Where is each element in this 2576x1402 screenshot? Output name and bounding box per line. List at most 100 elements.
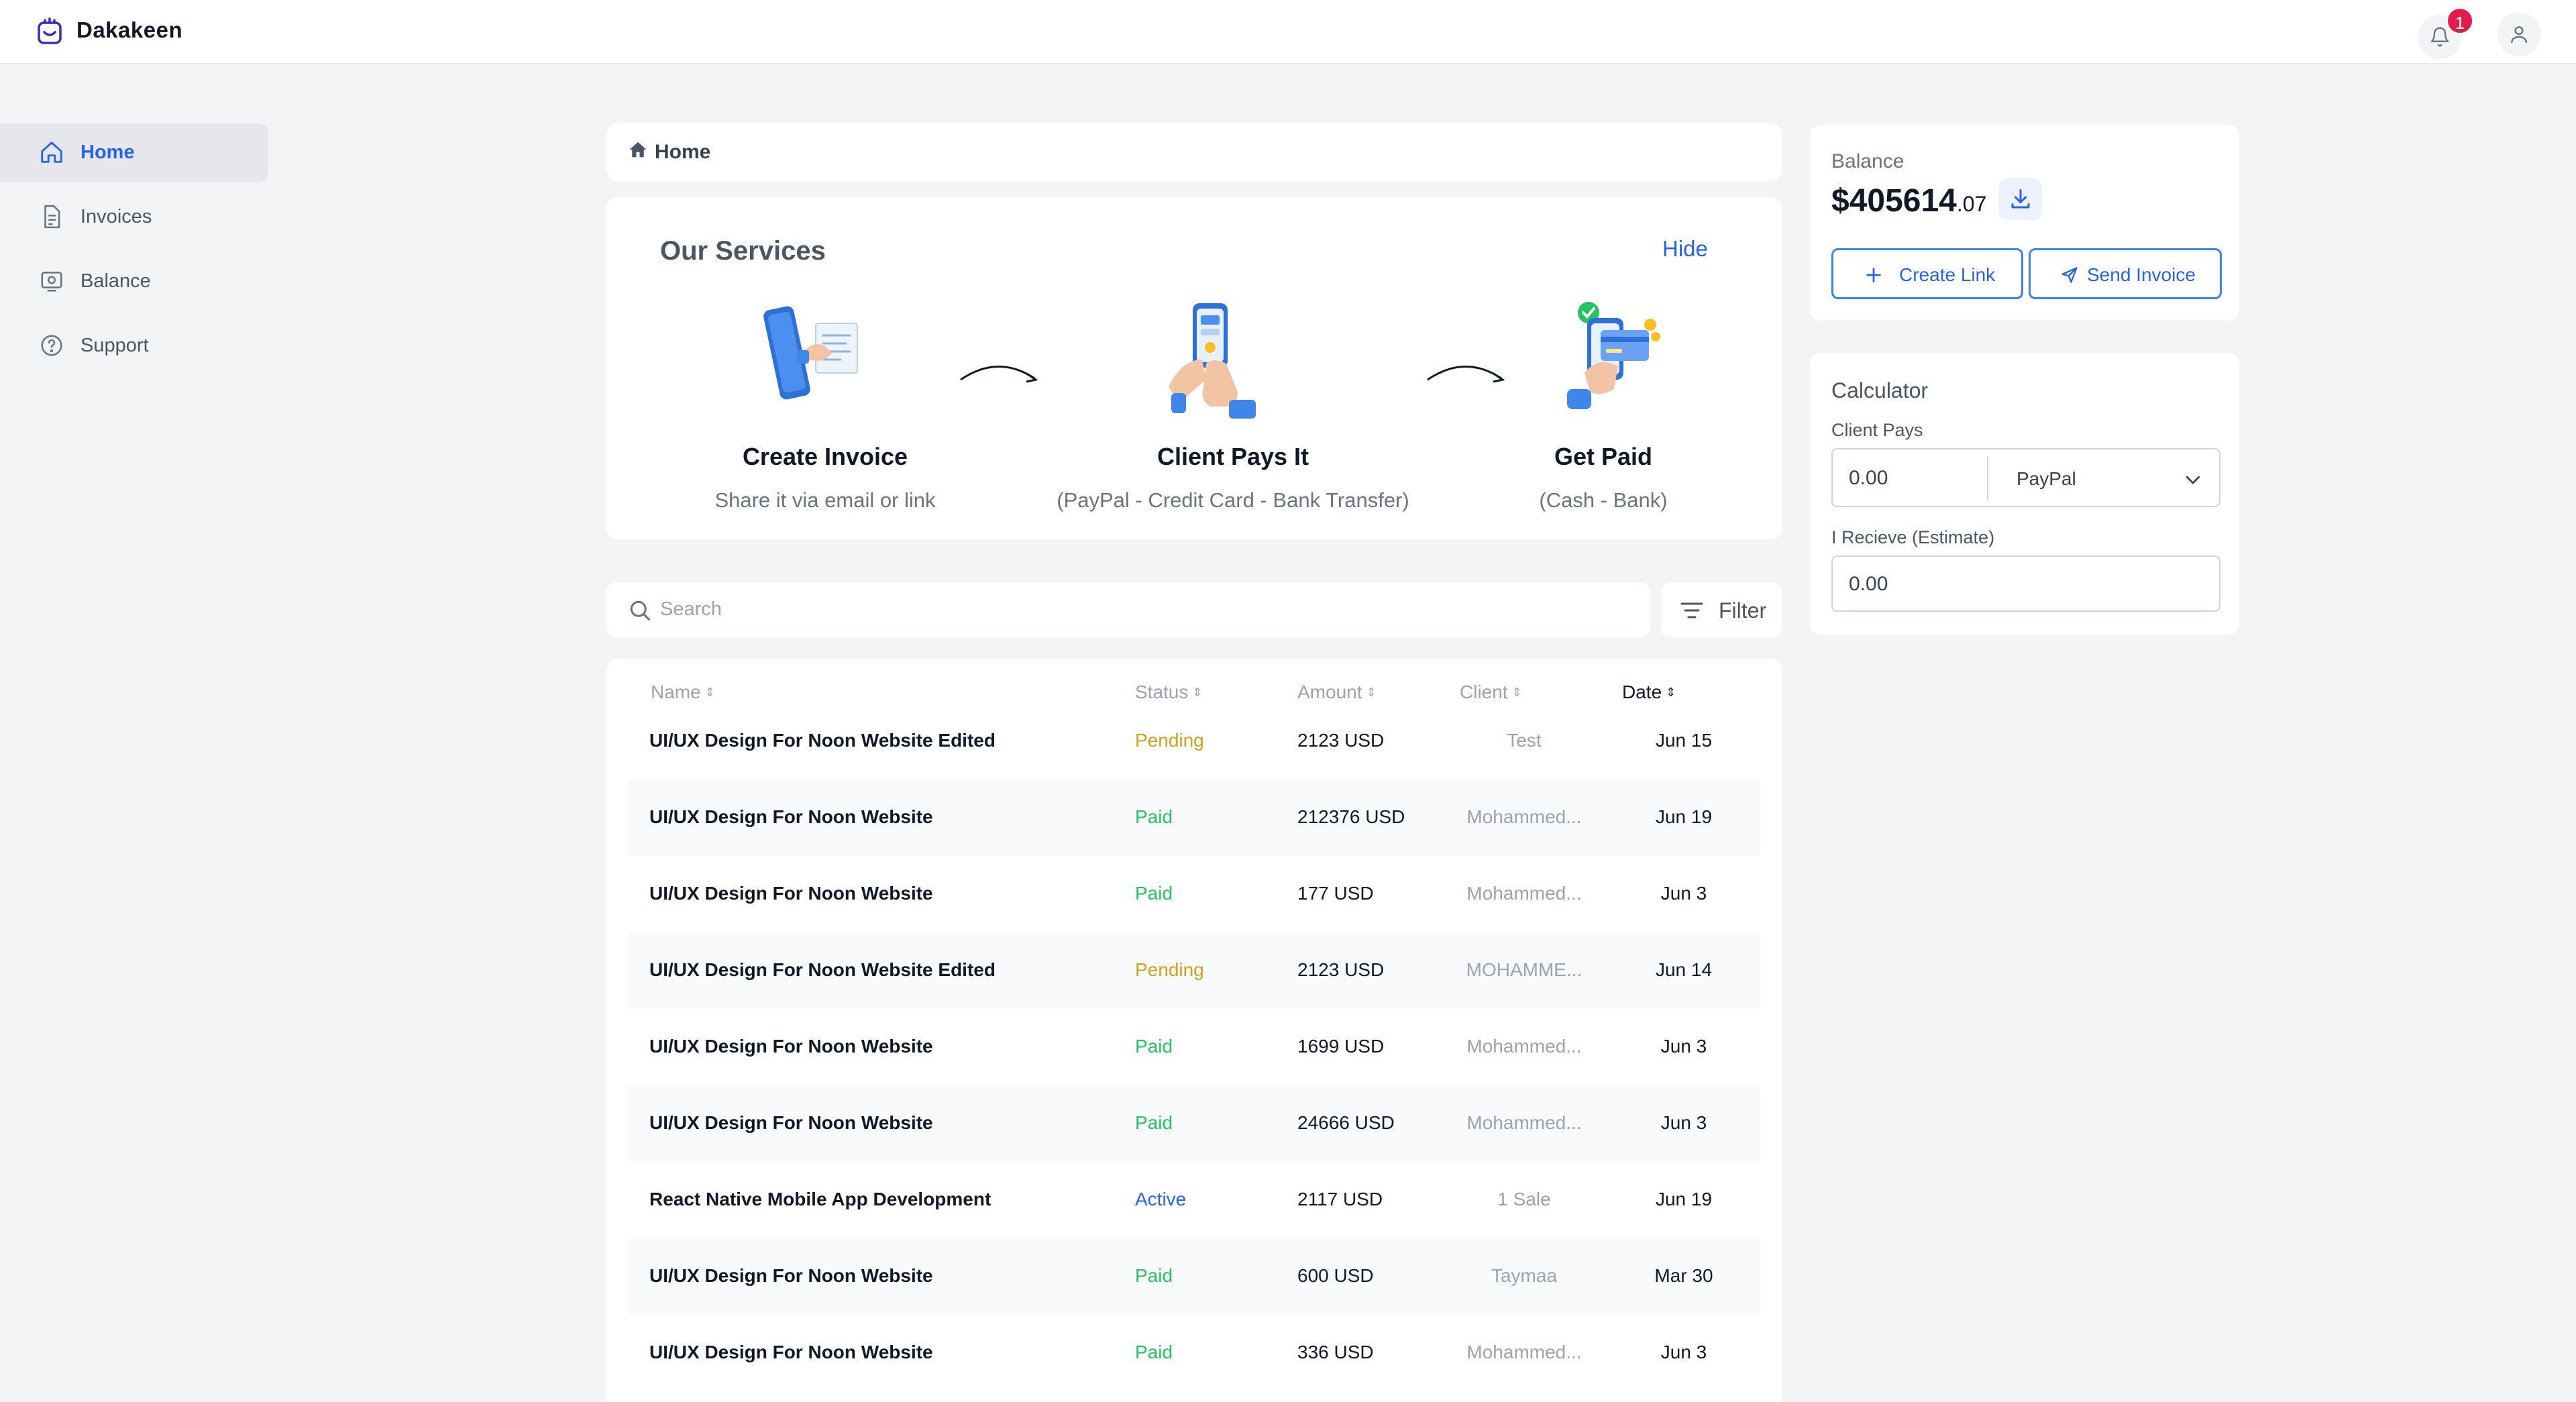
document-icon [39, 204, 64, 229]
row-name: UI/UX Design For Noon Website [649, 1112, 933, 1133]
row-date: Jun 3 [1660, 1036, 1707, 1057]
row-client: Mohammed... [1466, 806, 1582, 827]
download-button[interactable] [1999, 178, 2042, 220]
row-amount: 2123 USD [1297, 730, 1385, 751]
row-status: Paid [1135, 1036, 1173, 1057]
column-header-name[interactable]: Name ⇕ [651, 682, 715, 703]
row-name: UI/UX Design For Noon Website Edited [649, 730, 996, 751]
search-input[interactable]: Search [606, 582, 1650, 637]
phone-card-paid-illustration [1558, 298, 1665, 413]
column-header-client[interactable]: Client ⇕ [1460, 682, 1522, 703]
services-card: Our Services Hide Create Invoice Share i… [606, 197, 1782, 539]
row-name: UI/UX Design For Noon Website [649, 1342, 933, 1362]
row-date: Jun 14 [1655, 959, 1713, 980]
sidebar-item-balance[interactable]: Balance [0, 252, 268, 311]
logo-icon[interactable] [35, 16, 64, 46]
column-header-date[interactable]: Date ⇕ [1622, 682, 1676, 703]
home-icon [39, 140, 64, 165]
row-amount: 212376 USD [1297, 806, 1405, 827]
row-amount: 177 USD [1297, 883, 1374, 904]
table-row[interactable]: UI/UX Design For Noon Website Edited Pen… [628, 932, 1760, 1009]
row-status: Active [1135, 1189, 1187, 1209]
row-date: Mar 30 [1654, 1265, 1713, 1286]
calculator-card: Calculator Client Pays 0.00 PayPal I Rec… [1810, 353, 2239, 635]
help-icon [39, 333, 64, 358]
user-menu-button[interactable] [2497, 12, 2541, 56]
breadcrumb: Home [606, 123, 1782, 181]
search-icon [630, 600, 650, 621]
sort-icon: ⇕ [1192, 686, 1203, 699]
row-date: Jun 19 [1655, 806, 1713, 827]
invoices-table: Name ⇕ Status ⇕ Amount ⇕ Client ⇕ Date ⇕ UI/U… [606, 659, 1782, 1402]
row-client: Test [1507, 730, 1542, 751]
row-name: UI/UX Design For Noon Website [649, 1265, 933, 1286]
step-title-create-invoice: Create Invoice [742, 443, 908, 470]
table-row[interactable]: UI/UX Design For Noon Website Paid 600 U… [628, 1238, 1760, 1315]
row-amount: 1699 USD [1297, 1036, 1385, 1057]
field-divider [1987, 456, 1988, 500]
row-amount: 336 USD [1297, 1342, 1374, 1362]
sidebar-item-home[interactable]: Home [0, 123, 268, 182]
home-icon[interactable] [628, 140, 648, 160]
table-row[interactable]: UI/UX Design For Noon Website Paid 1699 … [628, 1009, 1760, 1085]
send-icon [2061, 267, 2078, 283]
row-amount: 600 USD [1297, 1265, 1374, 1286]
hide-services-link[interactable]: Hide [1662, 236, 1708, 262]
balance-card: Balance $405614.07 Create Link Send Invo… [1810, 125, 2239, 321]
filter-button[interactable]: Filter [1661, 582, 1782, 637]
row-amount: 2123 USD [1297, 959, 1385, 980]
sort-icon: ⇕ [1366, 686, 1377, 699]
step-title-client-pays: Client Pays It [1157, 443, 1309, 470]
row-status: Paid [1135, 1342, 1173, 1362]
sidebar-item-invoices[interactable]: Invoices [0, 188, 268, 247]
row-name: UI/UX Design For Noon Website [649, 883, 933, 904]
top-bar: Dakakeen 1 [0, 0, 2576, 64]
download-icon [2011, 189, 2030, 209]
payment-method-select[interactable]: PayPal [2017, 468, 2076, 490]
arrow-right-icon [958, 360, 1040, 386]
sidebar-item-support[interactable]: Support [0, 317, 268, 376]
row-amount: 2117 USD [1297, 1189, 1383, 1209]
row-client: Mohammed... [1466, 1342, 1582, 1362]
sort-icon: ⇕ [1666, 686, 1676, 699]
sidebar-item-label: Balance [80, 270, 151, 292]
client-pays-field[interactable]: 0.00 PayPal [1831, 448, 2220, 507]
filter-icon [1680, 602, 1703, 618]
arrow-right-icon [1425, 360, 1507, 386]
row-status: Paid [1135, 806, 1173, 827]
row-name: UI/UX Design For Noon Website Edited [649, 959, 996, 980]
receive-input[interactable]: 0.00 [1849, 573, 1888, 596]
sidebar-item-label: Invoices [80, 206, 152, 227]
row-date: Jun 15 [1655, 730, 1713, 751]
chevron-down-icon[interactable] [2183, 470, 2203, 490]
row-client: Mohammed... [1466, 1112, 1582, 1133]
create-link-button[interactable]: Create Link [1831, 248, 2023, 299]
column-header-amount[interactable]: Amount ⇕ [1297, 682, 1377, 703]
phone-payment-illustration [1166, 299, 1273, 420]
row-name: UI/UX Design For Noon Website [649, 1036, 933, 1057]
table-row[interactable]: UI/UX Design For Noon Website Paid 177 U… [628, 856, 1760, 932]
balance-amount: $405614.07 [1831, 183, 1987, 219]
app-name: Dakakeen [76, 17, 183, 42]
receive-label: I Recieve (Estimate) [1831, 527, 1995, 547]
receive-field[interactable]: 0.00 [1831, 555, 2220, 612]
balance-cents: .07 [1956, 192, 1987, 216]
step-subtitle-create-invoice: Share it via email or link [714, 488, 936, 512]
row-status: Pending [1135, 959, 1204, 980]
row-status: Pending [1135, 730, 1204, 751]
column-header-status[interactable]: Status ⇕ [1135, 682, 1202, 703]
table-row[interactable]: UI/UX Design For Noon Website Paid 24666… [628, 1085, 1760, 1162]
table-row[interactable]: UI/UX Design For Noon Website Edited Pen… [628, 703, 1760, 779]
balance-label: Balance [1831, 150, 1904, 172]
client-pays-input[interactable]: 0.00 [1849, 467, 1888, 490]
sort-icon: ⇕ [1511, 686, 1522, 699]
table-row[interactable]: React Native Mobile App Development Acti… [628, 1162, 1760, 1238]
table-row[interactable]: UI/UX Design For Noon Website Paid 336 U… [628, 1315, 1760, 1391]
row-status: Paid [1135, 1265, 1173, 1286]
row-client: Mohammed... [1466, 1036, 1582, 1057]
table-row[interactable]: UI/UX Design For Noon Website Paid 21237… [628, 779, 1760, 856]
send-invoice-button[interactable]: Send Invoice [2029, 248, 2222, 299]
row-date: Jun 3 [1660, 1112, 1707, 1133]
breadcrumb-home[interactable]: Home [655, 141, 710, 164]
bell-icon [2430, 27, 2449, 47]
